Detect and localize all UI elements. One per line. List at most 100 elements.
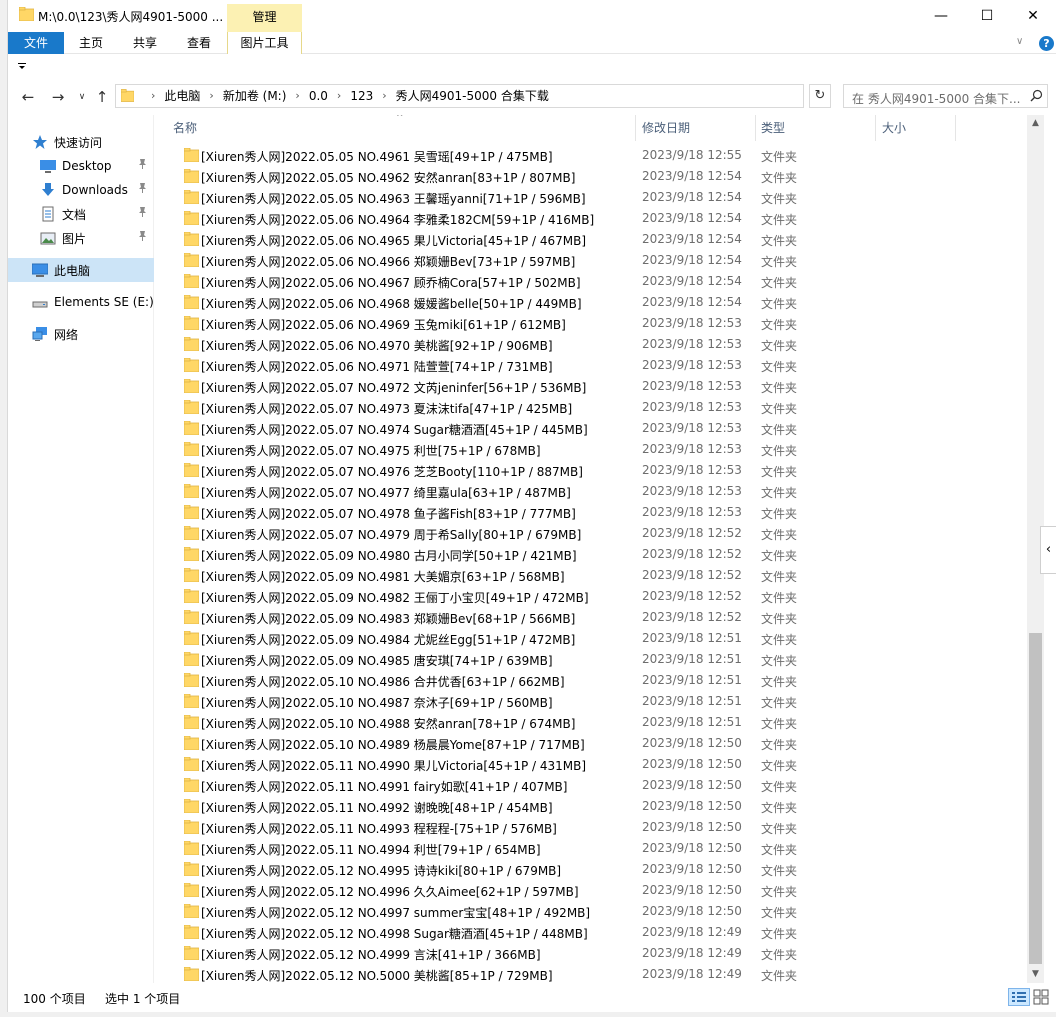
breadcrumb-123[interactable]: 123 [350, 85, 373, 107]
file-date: 2023/9/18 12:49 [642, 925, 742, 939]
chevron-right-icon[interactable]: › [382, 85, 386, 107]
table-row[interactable]: [Xiuren秀人网]2022.05.05 NO.4961 吴雪瑶[49+1P … [154, 145, 1027, 166]
breadcrumb-this-pc[interactable]: 此电脑 [164, 85, 200, 107]
table-row[interactable]: [Xiuren秀人网]2022.05.11 NO.4993 程程程-[75+1P… [154, 817, 1027, 838]
table-row[interactable]: [Xiuren秀人网]2022.05.07 NO.4977 绮里嘉ula[63+… [154, 481, 1027, 502]
table-row[interactable]: [Xiuren秀人网]2022.05.12 NO.4996 久久Aimee[62… [154, 880, 1027, 901]
close-button[interactable]: ✕ [1010, 0, 1056, 32]
table-row[interactable]: [Xiuren秀人网]2022.05.07 NO.4975 利世[75+1P /… [154, 439, 1027, 460]
file-date: 2023/9/18 12:53 [642, 337, 742, 351]
pin-icon[interactable] [138, 231, 147, 241]
large-icons-view-button[interactable] [1032, 988, 1050, 1006]
tab-file[interactable]: 文件 [8, 32, 64, 54]
sidebar-item-pictures[interactable]: 图片 [8, 226, 154, 250]
tab-share[interactable]: 共享 [118, 32, 172, 54]
column-divider[interactable] [635, 115, 636, 141]
refresh-button[interactable]: ↻ [809, 84, 831, 108]
tab-manage[interactable]: 管理 [227, 4, 302, 33]
quick-access-toolbar-icon[interactable] [18, 61, 26, 72]
table-row[interactable]: [Xiuren秀人网]2022.05.11 NO.4994 利世[79+1P /… [154, 838, 1027, 859]
table-row[interactable]: [Xiuren秀人网]2022.05.12 NO.4997 summer宝宝[4… [154, 901, 1027, 922]
table-row[interactable]: [Xiuren秀人网]2022.05.09 NO.4980 古月小同学[50+1… [154, 544, 1027, 565]
table-row[interactable]: [Xiuren秀人网]2022.05.06 NO.4971 陆萱萱[74+1P … [154, 355, 1027, 376]
table-row[interactable]: [Xiuren秀人网]2022.05.10 NO.4987 奈沐子[69+1P … [154, 691, 1027, 712]
table-row[interactable]: [Xiuren秀人网]2022.05.06 NO.4966 郑颖姗Bev[73+… [154, 250, 1027, 271]
recent-locations-button[interactable]: ∨ [72, 86, 92, 108]
chevron-right-icon[interactable]: › [151, 85, 155, 107]
table-row[interactable]: [Xiuren秀人网]2022.05.12 NO.4999 言沫[41+1P /… [154, 943, 1027, 964]
table-row[interactable]: [Xiuren秀人网]2022.05.09 NO.4984 尤妮丝Egg[51+… [154, 628, 1027, 649]
sidebar-item-quick-access[interactable]: 快速访问 [8, 130, 154, 154]
sidebar-item-this-pc[interactable]: 此电脑 [8, 258, 154, 282]
column-header-type[interactable]: 类型 [761, 115, 873, 141]
table-row[interactable]: [Xiuren秀人网]2022.05.12 NO.4998 Sugar糖酒酒[4… [154, 922, 1027, 943]
sidebar-item-downloads[interactable]: Downloads [8, 178, 154, 202]
table-row[interactable]: [Xiuren秀人网]2022.05.06 NO.4964 李雅柔182CM[5… [154, 208, 1027, 229]
table-row[interactable]: [Xiuren秀人网]2022.05.12 NO.5000 美桃酱[85+1P … [154, 964, 1027, 983]
details-view-button[interactable] [1008, 988, 1030, 1006]
scroll-up-button[interactable]: ▲ [1027, 115, 1044, 132]
table-row[interactable]: [Xiuren秀人网]2022.05.05 NO.4962 安然anran[83… [154, 166, 1027, 187]
table-row[interactable]: [Xiuren秀人网]2022.05.06 NO.4968 媛媛酱belle[5… [154, 292, 1027, 313]
column-divider[interactable] [955, 115, 956, 141]
column-header-name[interactable]: 名称 [173, 115, 635, 141]
minimize-button[interactable]: — [918, 0, 964, 32]
scroll-down-button[interactable]: ▼ [1027, 966, 1044, 983]
table-row[interactable]: [Xiuren秀人网]2022.05.07 NO.4972 文芮jeninfer… [154, 376, 1027, 397]
table-row[interactable]: [Xiuren秀人网]2022.05.09 NO.4985 唐安琪[74+1P … [154, 649, 1027, 670]
table-row[interactable]: [Xiuren秀人网]2022.05.11 NO.4991 fairy如歌[41… [154, 775, 1027, 796]
collapse-pane-button[interactable]: ‹ [1040, 526, 1056, 574]
table-row[interactable]: [Xiuren秀人网]2022.05.09 NO.4981 大美媚京[63+1P… [154, 565, 1027, 586]
ribbon-expand-icon[interactable]: ∨ [1016, 36, 1023, 47]
sidebar-item-documents[interactable]: 文档 [8, 202, 154, 226]
column-divider[interactable] [755, 115, 756, 141]
pin-icon[interactable] [138, 207, 147, 217]
column-divider[interactable] [875, 115, 876, 141]
table-row[interactable]: [Xiuren秀人网]2022.05.05 NO.4963 王馨瑶yanni[7… [154, 187, 1027, 208]
back-button[interactable]: ← [18, 86, 38, 108]
table-row[interactable]: [Xiuren秀人网]2022.05.06 NO.4969 玉兔miki[61+… [154, 313, 1027, 334]
file-name: [Xiuren秀人网]2022.05.05 NO.4963 王馨瑶yanni[7… [201, 192, 586, 206]
table-row[interactable]: [Xiuren秀人网]2022.05.11 NO.4990 果儿Victoria… [154, 754, 1027, 775]
folder-icon [184, 190, 199, 204]
sidebar-item-desktop[interactable]: Desktop [8, 154, 154, 178]
column-header-size[interactable]: 大小 [882, 115, 952, 141]
maximize-button[interactable]: ☐ [964, 0, 1010, 32]
table-row[interactable]: [Xiuren秀人网]2022.05.11 NO.4992 谢晚晚[48+1P … [154, 796, 1027, 817]
table-row[interactable]: [Xiuren秀人网]2022.05.07 NO.4976 芝芝Booty[11… [154, 460, 1027, 481]
sidebar-item-elements-drive[interactable]: Elements SE (E:) [8, 290, 154, 314]
table-row[interactable]: [Xiuren秀人网]2022.05.09 NO.4983 郑颖姗Bev[68+… [154, 607, 1027, 628]
chevron-right-icon[interactable]: › [295, 85, 299, 107]
table-row[interactable]: [Xiuren秀人网]2022.05.12 NO.4995 诗诗kiki[80+… [154, 859, 1027, 880]
forward-button[interactable]: → [48, 86, 68, 108]
table-row[interactable]: [Xiuren秀人网]2022.05.10 NO.4989 杨晨晨Yome[87… [154, 733, 1027, 754]
pin-icon[interactable] [138, 183, 147, 193]
search-input[interactable]: 在 秀人网4901-5000 合集下... [843, 84, 1048, 108]
breadcrumb-0-0[interactable]: 0.0 [309, 85, 328, 107]
address-bar[interactable]: › 此电脑 › 新加卷 (M:) › 0.0 › 123 › 秀人网4901-5… [115, 84, 914, 108]
table-row[interactable]: [Xiuren秀人网]2022.05.06 NO.4970 美桃酱[92+1P … [154, 334, 1027, 355]
table-row[interactable]: [Xiuren秀人网]2022.05.09 NO.4982 王俪丁小宝贝[49+… [154, 586, 1027, 607]
breadcrumb-drive-m[interactable]: 新加卷 (M:) [223, 85, 287, 107]
table-row[interactable]: [Xiuren秀人网]2022.05.07 NO.4978 鱼子酱Fish[83… [154, 502, 1027, 523]
tab-home[interactable]: 主页 [64, 32, 118, 54]
file-date: 2023/9/18 12:54 [642, 211, 742, 225]
table-row[interactable]: [Xiuren秀人网]2022.05.10 NO.4986 合井优香[63+1P… [154, 670, 1027, 691]
chevron-right-icon[interactable]: › [337, 85, 341, 107]
pin-icon[interactable] [138, 159, 147, 169]
table-row[interactable]: [Xiuren秀人网]2022.05.07 NO.4973 夏沫沫tifa[47… [154, 397, 1027, 418]
scrollbar-thumb[interactable] [1029, 633, 1042, 964]
breadcrumb-current-folder[interactable]: 秀人网4901-5000 合集下载 [396, 85, 549, 107]
column-header-date[interactable]: 修改日期 [642, 115, 754, 141]
up-button[interactable]: ↑ [92, 86, 112, 108]
table-row[interactable]: [Xiuren秀人网]2022.05.07 NO.4979 周于希Sally[8… [154, 523, 1027, 544]
table-row[interactable]: [Xiuren秀人网]2022.05.10 NO.4988 安然anran[78… [154, 712, 1027, 733]
help-icon[interactable]: ? [1039, 36, 1054, 51]
table-row[interactable]: [Xiuren秀人网]2022.05.07 NO.4974 Sugar糖酒酒[4… [154, 418, 1027, 439]
table-row[interactable]: [Xiuren秀人网]2022.05.06 NO.4967 顾乔楠Cora[57… [154, 271, 1027, 292]
tab-view[interactable]: 查看 [172, 32, 226, 54]
tab-picture-tools[interactable]: 图片工具 [227, 32, 302, 54]
sidebar-item-network[interactable]: 网络 [8, 322, 154, 346]
chevron-right-icon[interactable]: › [209, 85, 213, 107]
table-row[interactable]: [Xiuren秀人网]2022.05.06 NO.4965 果儿Victoria… [154, 229, 1027, 250]
